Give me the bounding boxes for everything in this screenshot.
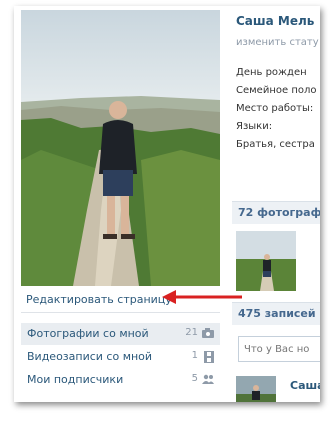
photo-thumbnail[interactable] xyxy=(236,231,296,291)
posts-section-title: 475 записей xyxy=(238,307,316,320)
posts-section-header[interactable]: 475 записей xyxy=(232,302,320,325)
post-input[interactable] xyxy=(239,339,320,355)
info-row: День рожден xyxy=(236,67,307,78)
menu-item-count: 1 xyxy=(191,350,198,361)
annotation-arrow xyxy=(162,290,242,304)
info-row: Языки: xyxy=(236,121,273,132)
photos-section-title: 72 фотограф xyxy=(238,206,320,219)
info-row: Место работы: xyxy=(236,103,314,114)
menu-item-photos-with-me[interactable]: Фотографии со мной 21 xyxy=(21,323,220,345)
edit-page-link[interactable]: Редактировать страницу xyxy=(26,293,172,306)
menu-item-label: Фотографии со мной xyxy=(27,327,149,340)
photos-section-header[interactable]: 72 фотограф xyxy=(232,201,320,224)
post-author-name[interactable]: Саша xyxy=(290,379,320,392)
profile-name: Саша Мель xyxy=(236,14,315,28)
menu-item-my-followers[interactable]: Мои подписчики 5 xyxy=(21,369,220,391)
menu-item-label: Видеозаписи со мной xyxy=(27,350,153,363)
profile-page: Редактировать страницу Фотографии со мно… xyxy=(14,6,320,402)
profile-photo[interactable] xyxy=(21,10,220,286)
menu-item-videos-with-me[interactable]: Видеозаписи со мной 1 xyxy=(21,346,220,368)
post-input-box[interactable] xyxy=(238,336,320,362)
change-status-link[interactable]: изменить стату xyxy=(236,37,319,48)
menu-item-count: 5 xyxy=(191,373,198,384)
camera-icon xyxy=(202,328,214,338)
info-row: Братья, сестра xyxy=(236,139,315,150)
menu-item-count: 21 xyxy=(185,327,198,338)
post-author-avatar[interactable] xyxy=(236,376,276,402)
info-row: Семейное поло xyxy=(236,85,317,96)
menu-item-label: Мои подписчики xyxy=(27,373,124,386)
divider xyxy=(21,312,220,313)
film-icon xyxy=(204,351,214,363)
users-icon xyxy=(202,374,214,384)
